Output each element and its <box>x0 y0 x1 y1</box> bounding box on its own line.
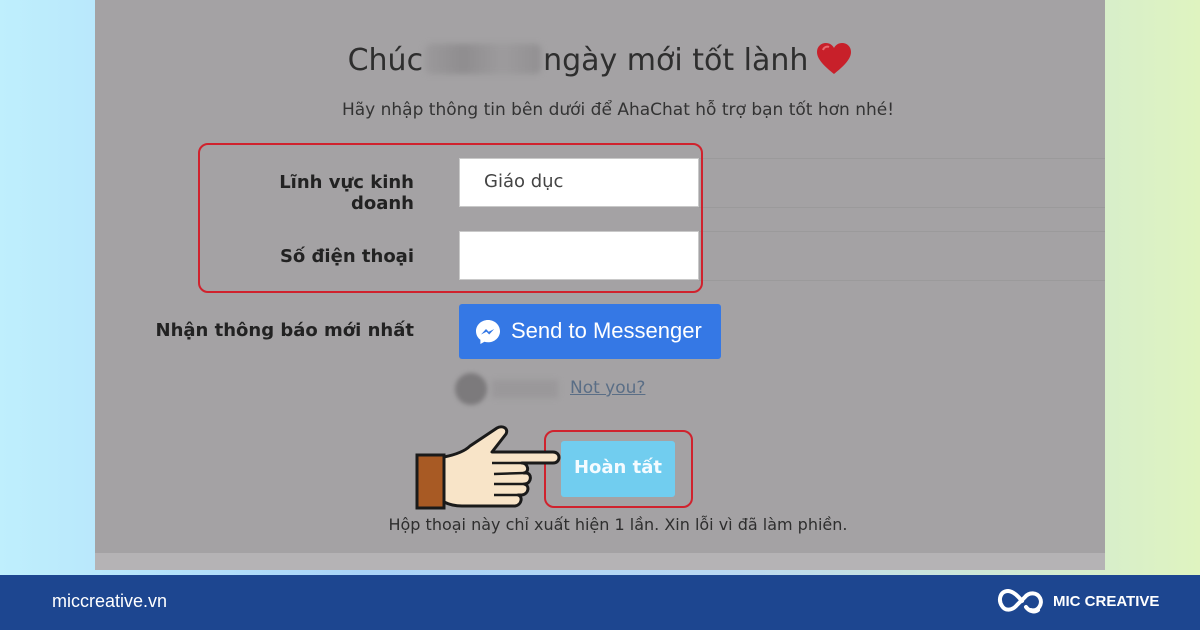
messenger-button-label: Send to Messenger <box>511 318 702 343</box>
title-end: ngày mới tốt lành <box>543 43 809 78</box>
bottom-bar: miccreative.vn MIC CREATIVE <box>0 575 1200 630</box>
pointing-hand-icon <box>414 422 564 516</box>
mic-creative-logo-icon <box>996 588 1046 622</box>
title-start: Chúc <box>347 43 424 78</box>
dialog-subtitle: Hãy nhập thông tin bên dưới để AhaChat h… <box>341 100 895 120</box>
dialog-title: Chúc ngày mới tốt lành <box>0 42 1200 84</box>
notify-label: Nhận thông báo mới nhất <box>155 320 414 341</box>
highlight-form-box <box>198 143 703 293</box>
phone-field-extension <box>699 231 1105 281</box>
avatar <box>455 373 487 405</box>
website-link[interactable]: miccreative.vn <box>52 591 167 612</box>
highlight-done-box <box>544 430 693 508</box>
send-to-messenger-button[interactable]: Send to Messenger <box>459 304 721 359</box>
dialog-bottom-edge <box>95 553 1105 570</box>
dialog-footer-note: Hộp thoại này chỉ xuất hiện 1 lần. Xin l… <box>388 515 848 534</box>
messenger-icon <box>475 319 501 351</box>
business-field-extension <box>699 158 1105 208</box>
heart-icon <box>816 42 852 84</box>
blurred-user-name <box>492 380 558 398</box>
not-you-link[interactable]: Not you? <box>570 378 645 398</box>
blurred-name <box>425 44 542 74</box>
brand-name: MIC CREATIVE <box>1053 593 1160 610</box>
